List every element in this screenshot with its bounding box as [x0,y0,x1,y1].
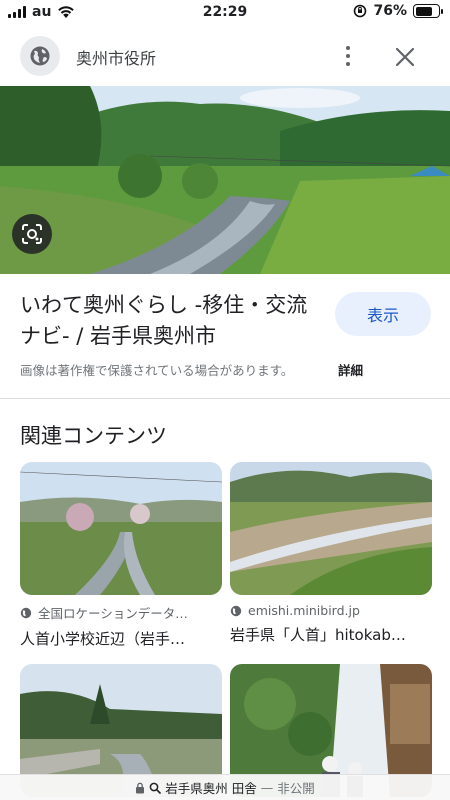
battery-percent: 76% [373,3,407,19]
status-right: 76% [353,3,443,19]
related-card[interactable]: 全国ロケーションデータ… 人首小学校近辺（岩手… [20,462,222,649]
lock-icon [136,782,145,793]
related-title-text[interactable]: 岩手県「人首」hitokab… [230,624,432,645]
copyright-notice: 画像は著作権で保護されている場合があります。 [20,363,294,378]
status-bar: au 22:29 76% [0,0,450,26]
url-bar[interactable]: 岩手県奥州 田舎 — 非公開 [0,774,450,800]
globe-icon [20,36,60,76]
orientation-lock-icon [354,4,367,18]
more-vert-icon[interactable] [336,42,360,70]
lens-search-icon[interactable] [12,214,52,254]
url-query: 岩手県奥州 田舎 [165,781,257,796]
related-title-text[interactable]: 人首小学校近辺（岩手… [20,628,222,649]
header: 奥州市役所 [0,34,450,78]
related-thumbnail[interactable] [20,462,222,595]
close-icon[interactable] [392,44,418,70]
battery-icon [413,4,443,18]
globe-icon [230,605,242,616]
divider [0,398,450,399]
related-thumbnail[interactable] [230,462,432,595]
related-source: 全国ロケーションデータ… [20,603,222,622]
globe-icon [20,607,32,618]
related-card[interactable]: emishi.minibird.jp 岩手県「人首」hitokab… [230,462,432,645]
visit-button[interactable]: 表示 [335,292,431,336]
related-heading: 関連コンテンツ [20,424,167,448]
related-source: emishi.minibird.jp [230,603,432,618]
details-link[interactable]: 詳細 [338,360,363,379]
result-title[interactable]: いわて奥州ぐらし -移住・交流ナビ- / 岩手県奥州市 [20,290,320,352]
site-name[interactable]: 奥州市役所 [76,45,156,69]
hero-image[interactable] [0,86,450,274]
private-mode-label: 非公開 [277,781,315,796]
search-icon [149,782,162,794]
url-separator: — [260,780,274,795]
